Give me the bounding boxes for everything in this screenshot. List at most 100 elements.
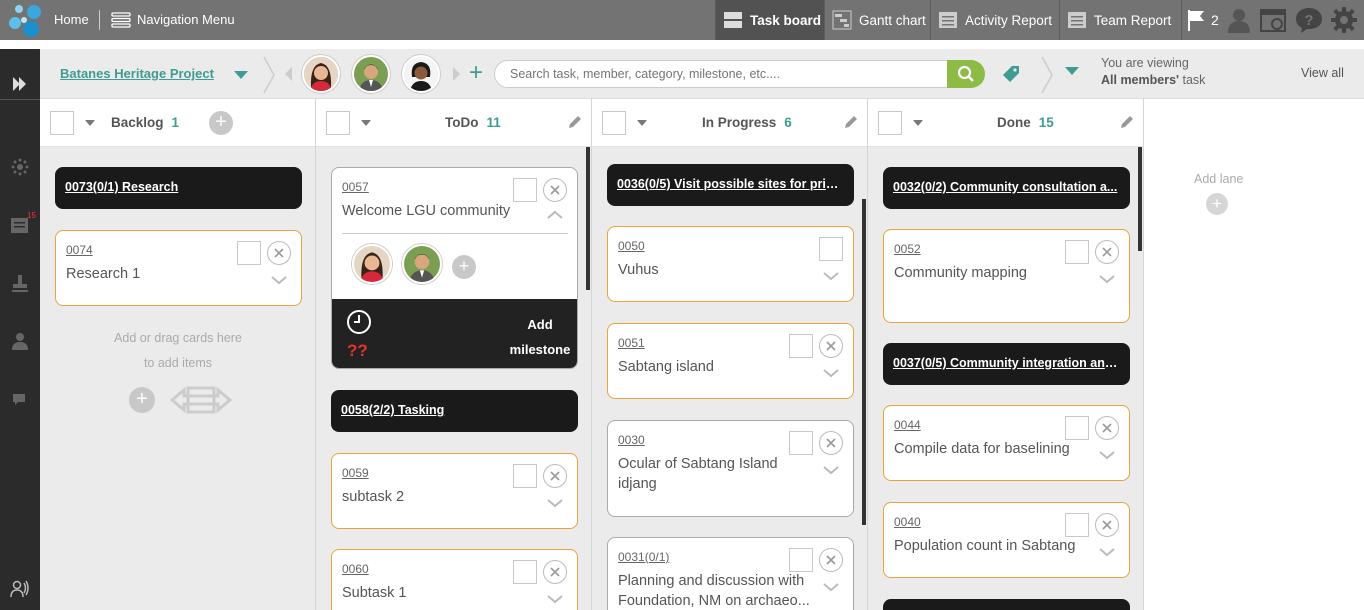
chevron-down-icon[interactable] bbox=[1099, 450, 1115, 460]
chevron-down-icon[interactable] bbox=[823, 271, 839, 281]
user-icon[interactable] bbox=[0, 326, 40, 356]
card-id[interactable]: 0031(0/1) bbox=[618, 550, 669, 564]
flag-button[interactable]: 2 bbox=[1181, 0, 1223, 40]
move-arrows-icon[interactable] bbox=[169, 384, 233, 421]
close-icon[interactable] bbox=[1095, 240, 1119, 264]
task-card[interactable]: 0074 Research 1 bbox=[55, 230, 302, 306]
card-id[interactable]: 0050 bbox=[618, 239, 645, 253]
epic-card[interactable] bbox=[883, 599, 1130, 610]
card-checkbox[interactable] bbox=[513, 178, 537, 202]
card-checkbox[interactable] bbox=[513, 464, 537, 488]
card-id[interactable]: 0052 bbox=[894, 242, 921, 256]
dashboard-icon[interactable] bbox=[0, 152, 40, 182]
card-id[interactable]: 0059 bbox=[342, 466, 369, 480]
close-icon[interactable] bbox=[819, 334, 843, 358]
add-card-button[interactable]: + bbox=[209, 111, 233, 135]
lane-select-checkbox[interactable] bbox=[50, 111, 74, 135]
card-id[interactable]: 0030 bbox=[618, 433, 645, 447]
project-name-link[interactable]: Batanes Heritage Project bbox=[60, 66, 214, 81]
tab-team-report[interactable]: Team Report bbox=[1059, 0, 1181, 40]
close-icon[interactable] bbox=[267, 241, 291, 265]
card-id[interactable]: 0060 bbox=[342, 562, 369, 576]
task-card[interactable]: 0052 Community mapping bbox=[883, 229, 1130, 323]
card-id[interactable]: 0057 bbox=[342, 180, 369, 194]
avatar-prev-icon[interactable] bbox=[285, 67, 292, 81]
avatar-next-icon[interactable] bbox=[453, 67, 460, 81]
viewing-dropdown-icon[interactable] bbox=[1065, 67, 1079, 75]
add-lane-label[interactable]: Add lane bbox=[1194, 172, 1243, 186]
tab-task-board[interactable]: Task board bbox=[715, 0, 824, 40]
search-input[interactable] bbox=[494, 60, 948, 88]
project-dropdown-icon[interactable] bbox=[234, 71, 248, 79]
avatar[interactable] bbox=[302, 55, 340, 93]
chevron-down-icon[interactable] bbox=[823, 465, 839, 475]
expand-arrow-icon[interactable] bbox=[0, 68, 40, 100]
home-link[interactable]: Home bbox=[54, 0, 89, 40]
assignee-avatar[interactable] bbox=[402, 244, 442, 284]
view-all-link[interactable]: View all bbox=[1301, 66, 1344, 80]
add-card-button[interactable]: + bbox=[129, 387, 155, 413]
epic-title[interactable]: 0032(0/2) Community consultation a... bbox=[893, 180, 1118, 194]
close-icon[interactable] bbox=[1095, 513, 1119, 537]
card-id[interactable]: 0074 bbox=[66, 243, 93, 257]
card-id[interactable]: 0040 bbox=[894, 515, 921, 529]
stamp-icon[interactable] bbox=[0, 268, 40, 298]
epic-card[interactable]: 0037(0/5) Community integration and... bbox=[883, 343, 1130, 385]
epic-card[interactable]: 0058(2/2) Tasking bbox=[331, 390, 578, 432]
epic-title[interactable]: 0058(2/2) Tasking bbox=[341, 403, 566, 417]
task-card[interactable]: 0050 Vuhus bbox=[607, 226, 854, 302]
add-member-icon[interactable]: + bbox=[469, 61, 483, 85]
card-id[interactable]: 0044 bbox=[894, 418, 921, 432]
lane-select-checkbox[interactable] bbox=[602, 111, 626, 135]
chevron-up-icon[interactable] bbox=[547, 210, 563, 220]
epic-title[interactable]: 0037(0/5) Community integration and... bbox=[893, 356, 1118, 370]
epic-card[interactable]: 0032(0/2) Community consultation a... bbox=[883, 167, 1130, 209]
lane-scrollbar[interactable] bbox=[586, 147, 590, 290]
lane-scrollbar[interactable] bbox=[862, 199, 866, 525]
tab-activity-report[interactable]: Activity Report bbox=[930, 0, 1059, 40]
card-checkbox[interactable] bbox=[789, 548, 813, 572]
task-card[interactable]: 0051 Sabtang island bbox=[607, 323, 854, 399]
settings-gear-icon[interactable] bbox=[1329, 5, 1359, 35]
card-checkbox[interactable] bbox=[789, 431, 813, 455]
task-card[interactable]: 0040 Population count in Sabtang bbox=[883, 502, 1130, 578]
chevron-down-icon[interactable] bbox=[823, 582, 839, 592]
epic-title[interactable]: 0036(0/5) Visit possible sites for prior… bbox=[617, 177, 842, 191]
chevron-down-icon[interactable] bbox=[547, 498, 563, 508]
close-icon[interactable] bbox=[819, 431, 843, 455]
card-checkbox[interactable] bbox=[1065, 513, 1089, 537]
task-card[interactable]: 0060 Subtask 1 bbox=[331, 549, 578, 610]
tag-icon[interactable] bbox=[1000, 63, 1022, 90]
chevron-down-icon[interactable] bbox=[1099, 274, 1115, 284]
navigation-menu-button[interactable]: Navigation Menu bbox=[111, 0, 235, 40]
lane-menu-dropdown-icon[interactable] bbox=[85, 120, 95, 126]
chevron-down-icon[interactable] bbox=[547, 594, 563, 604]
task-card[interactable]: 0059 subtask 2 bbox=[331, 453, 578, 529]
add-assignee-button[interactable]: + bbox=[452, 255, 476, 279]
epic-card[interactable]: 0036(0/5) Visit possible sites for prior… bbox=[607, 164, 854, 206]
card-checkbox[interactable] bbox=[789, 334, 813, 358]
lane-menu-dropdown-icon[interactable] bbox=[637, 120, 647, 126]
task-card[interactable]: 0044 Compile data for baselining bbox=[883, 405, 1130, 481]
tab-gantt-chart[interactable]: Gantt chart bbox=[824, 0, 930, 40]
card-checkbox[interactable] bbox=[819, 237, 843, 261]
close-icon[interactable] bbox=[543, 464, 567, 488]
chevron-down-icon[interactable] bbox=[1099, 547, 1115, 557]
app-logo-icon[interactable] bbox=[6, 2, 44, 38]
chevron-down-icon[interactable] bbox=[271, 275, 287, 285]
avatar[interactable] bbox=[352, 55, 390, 93]
card-checkbox[interactable] bbox=[1065, 240, 1089, 264]
chat-icon[interactable] bbox=[0, 384, 40, 414]
contacts-icon[interactable] bbox=[0, 574, 40, 604]
close-icon[interactable] bbox=[1095, 416, 1119, 440]
card-checkbox[interactable] bbox=[513, 560, 537, 584]
profile-icon[interactable] bbox=[1224, 5, 1254, 35]
card-checkbox[interactable] bbox=[1065, 416, 1089, 440]
lane-select-checkbox[interactable] bbox=[878, 111, 902, 135]
lane-select-checkbox[interactable] bbox=[326, 111, 350, 135]
task-card[interactable]: 0030 Ocular of Sabtang Island idjang bbox=[607, 420, 854, 517]
clock-icon[interactable] bbox=[346, 309, 372, 335]
lane-menu-dropdown-icon[interactable] bbox=[913, 120, 923, 126]
help-icon[interactable]: ? bbox=[1294, 5, 1324, 35]
lane-menu-dropdown-icon[interactable] bbox=[361, 120, 371, 126]
